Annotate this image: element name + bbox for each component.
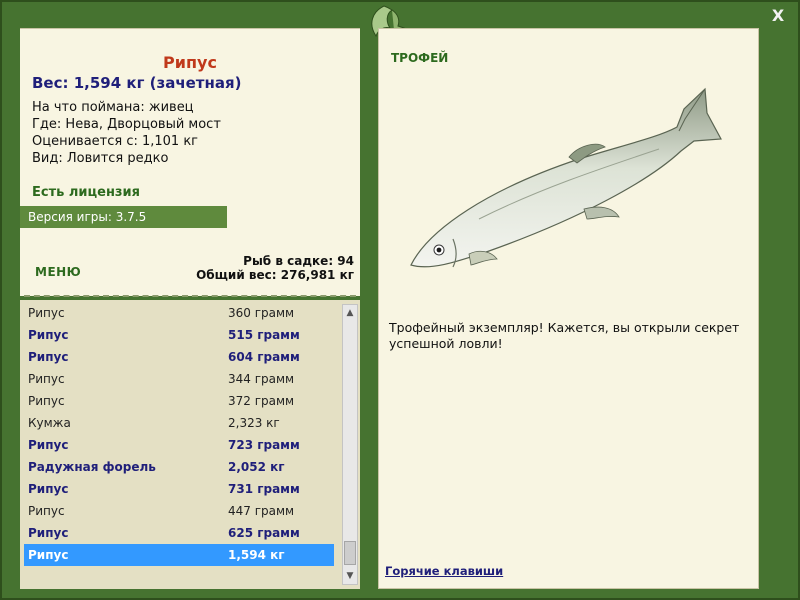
version-bar: Версия игры: 3.7.5 bbox=[20, 206, 227, 228]
catch-item-weight: 723 грамм bbox=[228, 438, 300, 452]
catch-item-name: Рипус bbox=[28, 526, 69, 540]
catch-list-item[interactable]: Рипус 731 грамм bbox=[24, 478, 334, 500]
catch-list-item[interactable]: Рипус 360 грамм bbox=[24, 302, 334, 324]
catch-item-weight: 1,594 кг bbox=[228, 548, 285, 562]
catch-list-item[interactable]: Рипус 604 грамм bbox=[24, 346, 334, 368]
catch-item-name: Рипус bbox=[28, 372, 65, 386]
catch-item-weight: 2,323 кг bbox=[228, 416, 280, 430]
catch-list-item[interactable]: Рипус 1,594 кг bbox=[24, 544, 334, 566]
catch-list-item[interactable]: Рипус 723 грамм bbox=[24, 434, 334, 456]
catch-item-name: Радужная форель bbox=[28, 460, 156, 474]
fish-info: На что поймана: живец Где: Нева, Дворцов… bbox=[32, 99, 221, 167]
catch-item-weight: 360 грамм bbox=[228, 306, 295, 320]
menu-button[interactable]: МЕНЮ bbox=[35, 265, 81, 279]
info-location: Где: Нева, Дворцовый мост bbox=[32, 117, 221, 132]
total-weight: Общий вес: 276,981 кг bbox=[196, 268, 354, 282]
scrollbar[interactable]: ▲ ▼ bbox=[342, 304, 358, 585]
catch-stats: Рыб в садке: 94 Общий вес: 276,981 кг bbox=[196, 254, 354, 282]
catch-item-name: Рипус bbox=[28, 438, 69, 452]
hotkeys-link[interactable]: Горячие клавиши bbox=[385, 564, 503, 578]
catch-item-weight: 604 грамм bbox=[228, 350, 300, 364]
catch-item-weight: 344 грамм bbox=[228, 372, 295, 386]
catch-list-item[interactable]: Рипус 625 грамм bbox=[24, 522, 334, 544]
info-threshold: Оценивается с: 1,101 кг bbox=[32, 134, 199, 149]
catch-item-weight: 2,052 кг bbox=[228, 460, 285, 474]
catch-item-name: Рипус bbox=[28, 394, 65, 408]
catch-item-weight: 625 грамм bbox=[228, 526, 300, 540]
fish-count: Рыб в садке: 94 bbox=[243, 254, 354, 268]
fish-image bbox=[410, 87, 722, 268]
fish-name-title: Рипус bbox=[163, 53, 217, 72]
scroll-up-icon[interactable]: ▲ bbox=[343, 305, 357, 321]
license-status: Есть лицензия bbox=[32, 185, 140, 200]
trophy-panel: ТРОФЕЙ Трофейный экземпляр! Кажется, вы … bbox=[378, 28, 759, 589]
catch-item-weight: 447 грамм bbox=[228, 504, 295, 518]
catch-item-name: Рипус bbox=[28, 328, 69, 342]
catch-item-weight: 731 грамм bbox=[228, 482, 300, 496]
catch-list-item[interactable]: Рипус 515 грамм bbox=[24, 324, 334, 346]
catch-item-name: Рипус bbox=[28, 482, 69, 496]
catch-list-item[interactable]: Рипус 344 грамм bbox=[24, 368, 334, 390]
catch-item-name: Рипус bbox=[28, 306, 65, 320]
catch-list-item[interactable]: Рипус 447 грамм bbox=[24, 500, 334, 522]
info-rarity: Вид: Ловится редко bbox=[32, 151, 169, 166]
catch-item-weight: 515 грамм bbox=[228, 328, 300, 342]
trophy-label: ТРОФЕЙ bbox=[391, 51, 449, 65]
catch-list-item[interactable]: Радужная форель 2,052 кг bbox=[24, 456, 334, 478]
catch-item-name: Рипус bbox=[28, 548, 69, 562]
catch-list: Рипус 360 грамм Рипус 515 грамм Рипус 604 гра… bbox=[24, 302, 334, 566]
catch-list-item[interactable]: Кумжа 2,323 кг bbox=[24, 412, 334, 434]
game-window: X Рипус Вес: 1,594 кг (зачетная) На что … bbox=[0, 0, 800, 600]
scroll-down-icon[interactable]: ▼ bbox=[343, 568, 357, 584]
catch-item-name: Рипус bbox=[28, 350, 69, 364]
catch-list-panel: Рипус 360 грамм Рипус 515 грамм Рипус 604 гра… bbox=[20, 300, 360, 589]
divider bbox=[24, 295, 356, 297]
catch-list-item[interactable]: Рипус 372 грамм bbox=[24, 390, 334, 412]
catch-item-weight: 372 грамм bbox=[228, 394, 295, 408]
fish-weight: Вес: 1,594 кг (зачетная) bbox=[32, 74, 242, 92]
info-bait: На что поймана: живец bbox=[32, 100, 194, 115]
trophy-message: Трофейный экземпляр! Кажется, вы открыли… bbox=[389, 320, 740, 351]
catch-item-name: Рипус bbox=[28, 504, 65, 518]
scroll-thumb[interactable] bbox=[344, 541, 356, 565]
catch-item-name: Кумжа bbox=[28, 416, 71, 430]
fish-details-panel: Рипус Вес: 1,594 кг (зачетная) На что по… bbox=[20, 28, 360, 297]
close-button[interactable]: X bbox=[768, 6, 788, 26]
